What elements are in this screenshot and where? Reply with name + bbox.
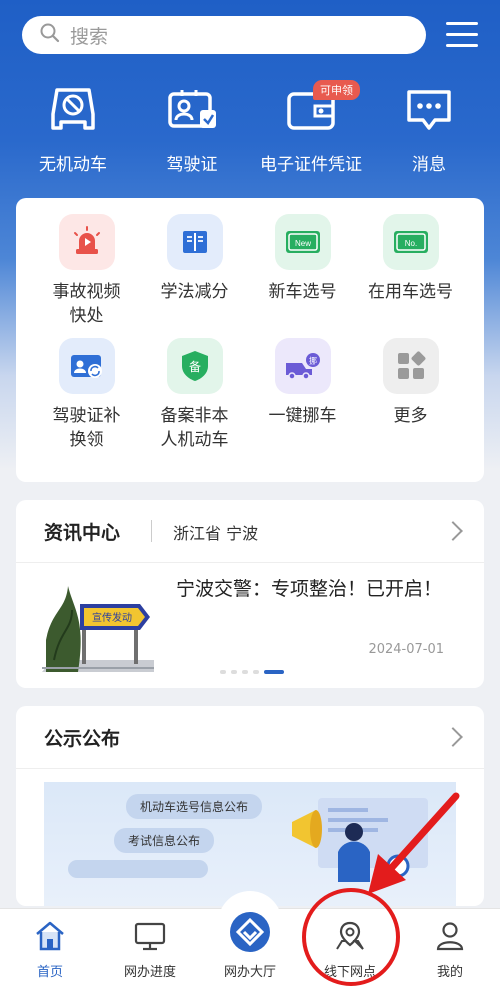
service-label: 备案非本 人机动车 xyxy=(160,406,229,450)
notice-pill[interactable]: 考试信息公布 xyxy=(114,828,215,853)
annotation-circle xyxy=(302,888,400,986)
svg-text:挪: 挪 xyxy=(309,356,317,366)
service-new-plate[interactable]: New 新车选号 xyxy=(244,214,361,304)
sign-text: 宣传发动 xyxy=(92,611,132,624)
region-selector[interactable]: 浙江省 宁波 xyxy=(173,520,258,544)
notice-pill-placeholder xyxy=(68,860,208,878)
book-icon xyxy=(166,214,223,270)
svg-text:No.: No. xyxy=(404,239,416,248)
tab-progress[interactable]: 网办进度 xyxy=(100,919,200,980)
service-accident-video[interactable]: 事故视频 快处 xyxy=(28,214,145,328)
user-icon xyxy=(433,919,467,953)
tab-label: 首页 xyxy=(36,965,63,980)
quick-actions: 无机动车 驾驶证 电子证件凭证 消息 xyxy=(0,84,500,184)
license-icon xyxy=(166,84,218,136)
tab-label: 我的 xyxy=(436,965,463,980)
new-plate-icon: New xyxy=(274,214,331,270)
tab-home[interactable]: 首页 xyxy=(0,919,100,980)
search-bar[interactable]: 搜索 xyxy=(22,16,426,54)
service-move-car[interactable]: 挪 一键挪车 xyxy=(244,338,361,428)
service-register-vehicle[interactable]: 备 备案非本 人机动车 xyxy=(136,338,253,452)
quick-action-license[interactable]: 驾驶证 xyxy=(137,84,247,175)
service-more[interactable]: 更多 xyxy=(352,338,469,428)
notice-pill[interactable]: 机动车选号信息公布 xyxy=(126,794,263,819)
divider xyxy=(16,768,484,769)
news-section-title: 资讯中心 xyxy=(44,522,121,544)
news-date: 2024-07-01 xyxy=(368,642,444,657)
no-plate-icon: No. xyxy=(382,214,439,270)
truck-icon: 挪 xyxy=(274,338,331,394)
grid-more-icon xyxy=(382,338,439,394)
service-label: 驾驶证补 换领 xyxy=(52,406,121,450)
annotation-arrow xyxy=(368,792,460,894)
services-card: 事故视频 快处 学法减分 New 新车选号 No. 在用车选号 驾驶证补 换领 … xyxy=(16,198,484,482)
quick-action-no-vehicle[interactable]: 无机动车 xyxy=(18,84,128,175)
divider xyxy=(16,562,484,563)
tab-label: 网办进度 xyxy=(123,965,176,980)
quick-action-label: 电子证件凭证 xyxy=(260,155,362,175)
service-label: 在用车选号 xyxy=(368,282,453,302)
service-used-plate[interactable]: No. 在用车选号 xyxy=(352,214,469,304)
chevron-right-icon[interactable] xyxy=(443,521,463,541)
news-thumbnail[interactable]: 宣传发动 xyxy=(42,580,154,672)
home-icon xyxy=(33,919,67,953)
menu-icon[interactable] xyxy=(446,22,478,48)
svg-text:New: New xyxy=(294,239,310,248)
service-label: 事故视频 快处 xyxy=(52,282,121,326)
car-outline-icon xyxy=(47,84,99,136)
quick-action-label: 驾驶证 xyxy=(166,155,218,175)
tab-profile[interactable]: 我的 xyxy=(400,919,500,980)
service-label: 新车选号 xyxy=(268,282,337,302)
id-card-icon xyxy=(58,338,115,394)
service-study-law[interactable]: 学法减分 xyxy=(136,214,253,304)
news-headline[interactable]: 宁波交警：专项整治！已开启！ xyxy=(176,574,466,604)
carousel-indicator xyxy=(220,670,284,674)
bottom-tab-bar: 首页 网办进度 网办大厅 线下网点 我的 xyxy=(0,891,500,992)
svg-text:备: 备 xyxy=(188,360,200,374)
hall-icon xyxy=(229,911,271,953)
shield-icon: 备 xyxy=(166,338,223,394)
tab-online-hall[interactable]: 网办大厅 xyxy=(200,911,300,980)
tab-label: 网办大厅 xyxy=(223,965,276,980)
apply-badge: 可申领 xyxy=(313,80,360,100)
message-icon xyxy=(403,84,455,136)
quick-action-label: 消息 xyxy=(412,155,446,175)
notice-section-title: 公示公布 xyxy=(44,728,121,750)
quick-action-label: 无机动车 xyxy=(39,155,107,175)
news-card: 资讯中心 浙江省 宁波 宣传发动 宁波交警：专项整治！已开启！ 2024-07-… xyxy=(16,500,484,688)
alarm-light-icon xyxy=(58,214,115,270)
quick-action-messages[interactable]: 消息 xyxy=(374,84,484,175)
search-placeholder: 搜索 xyxy=(70,25,109,48)
service-label: 一键挪车 xyxy=(268,406,337,426)
monitor-icon xyxy=(133,919,167,953)
service-label: 学法减分 xyxy=(160,282,229,302)
service-license-renewal[interactable]: 驾驶证补 换领 xyxy=(28,338,145,452)
divider xyxy=(151,520,152,542)
search-icon xyxy=(40,23,60,47)
service-label: 更多 xyxy=(393,406,428,426)
chevron-right-icon[interactable] xyxy=(443,727,463,747)
